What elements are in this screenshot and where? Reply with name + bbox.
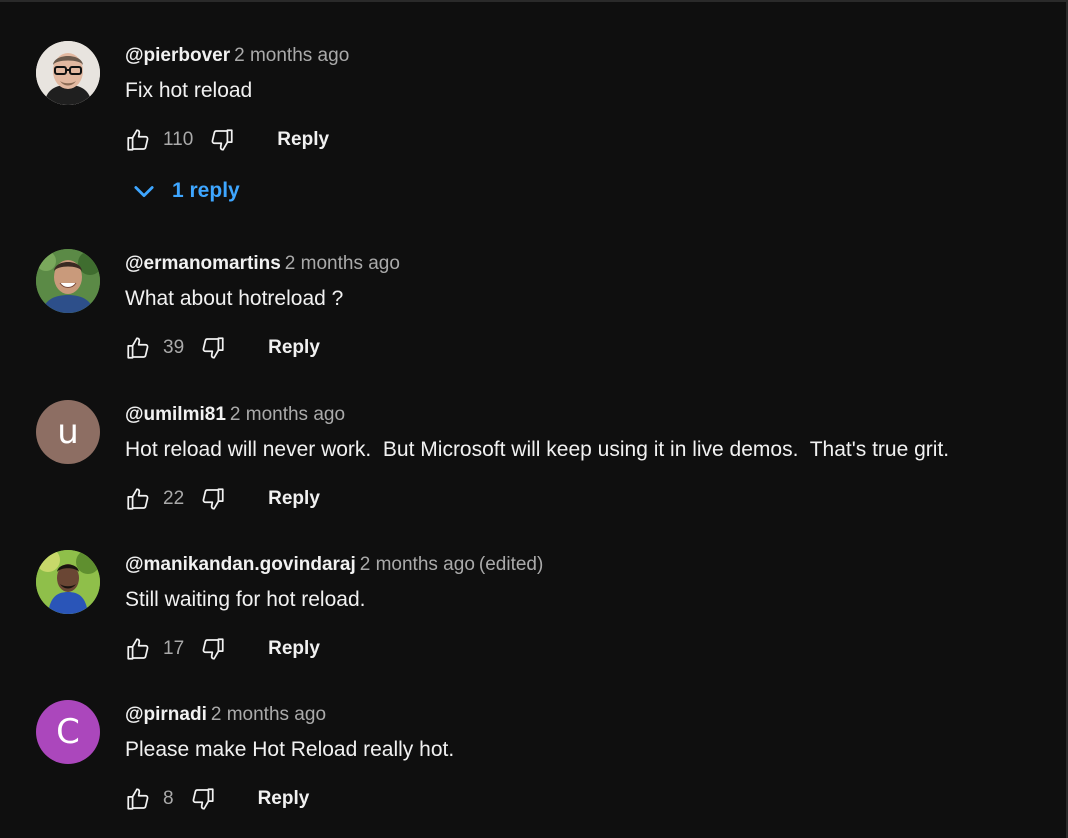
comment-actions: 22 Reply (125, 484, 320, 514)
like-count: 8 (163, 788, 174, 809)
author-name[interactable]: @ermanomartins (125, 253, 281, 274)
author-name[interactable]: @manikandan.govindaraj (125, 554, 356, 575)
thumbs-down-icon[interactable] (200, 335, 226, 361)
avatar[interactable]: u (36, 400, 100, 464)
reply-button[interactable]: Reply (277, 129, 329, 151)
avatar-letter: u (57, 412, 79, 452)
author-name[interactable]: @pirnadi (125, 704, 207, 725)
author-name[interactable]: @umilmi81 (125, 404, 226, 425)
avatar[interactable] (36, 550, 100, 614)
comment-text: Fix hot reload (125, 79, 253, 102)
comment-text: Please make Hot Reload really hot. (125, 738, 455, 761)
comment-header: @umilmi81 2 months ago (125, 404, 345, 426)
thumbs-down-icon[interactable] (190, 786, 216, 812)
comment-actions: 17 Reply (125, 634, 320, 664)
comment-actions: 39 Reply (125, 333, 320, 363)
edited-label: (edited) (478, 554, 544, 575)
comment-header: @manikandan.govindaraj 2 months ago (edite… (125, 554, 543, 576)
comment-actions: 8 Reply (125, 784, 309, 814)
reply-button[interactable]: Reply (258, 788, 310, 810)
comment-time[interactable]: 2 months ago (360, 554, 475, 575)
thumbs-up-icon[interactable] (125, 486, 151, 512)
thumbs-up-icon[interactable] (125, 786, 151, 812)
chevron-down-icon (134, 186, 154, 198)
thumbs-up-icon[interactable] (125, 127, 151, 153)
comment-time[interactable]: 2 months ago (230, 404, 345, 425)
author-name[interactable]: @pierbover (125, 45, 230, 66)
thumbs-down-icon[interactable] (209, 127, 235, 153)
reply-button[interactable]: Reply (268, 488, 320, 510)
replies-count-label: 1 reply (172, 179, 240, 202)
avatar-photo-man-smiling-icon (36, 249, 100, 313)
avatar[interactable] (36, 249, 100, 313)
thumbs-up-icon[interactable] (125, 335, 151, 361)
reply-button[interactable]: Reply (268, 337, 320, 359)
comment-text: What about hotreload ? (125, 287, 344, 310)
comment-time[interactable]: 2 months ago (211, 704, 326, 725)
comment-time[interactable]: 2 months ago (285, 253, 400, 274)
thumbs-up-icon[interactable] (125, 636, 151, 662)
comment-actions: 110 Reply (125, 125, 329, 155)
like-count: 110 (163, 129, 194, 150)
comment-header: @pirnadi 2 months ago (125, 704, 326, 726)
avatar[interactable] (36, 41, 100, 105)
comment-header: @pierbover 2 months ago (125, 45, 349, 67)
thumbs-down-icon[interactable] (200, 486, 226, 512)
avatar-photo-man-glasses-icon (36, 41, 100, 105)
avatar-photo-man-outdoors-icon (36, 550, 100, 614)
like-count: 17 (163, 638, 185, 659)
avatar[interactable]: C (36, 700, 100, 764)
avatar-letter: C (56, 712, 80, 752)
thumbs-down-icon[interactable] (200, 636, 226, 662)
like-count: 22 (163, 488, 185, 509)
comment-text: Hot reload will never work. But Microsof… (125, 438, 950, 461)
like-count: 39 (163, 337, 185, 358)
comment-header: @ermanomartins 2 months ago (125, 253, 400, 275)
view-replies-button[interactable]: 1 reply (130, 177, 240, 205)
comment-text: Still waiting for hot reload. (125, 588, 366, 611)
reply-button[interactable]: Reply (268, 638, 320, 660)
comment-time[interactable]: 2 months ago (234, 45, 349, 66)
